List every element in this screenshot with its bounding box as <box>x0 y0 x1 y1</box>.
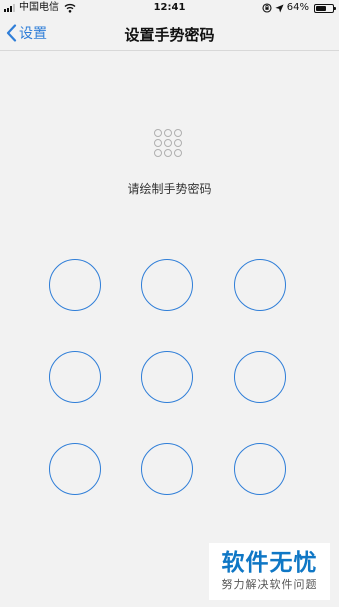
preview-dot <box>164 129 172 137</box>
gesture-node-3[interactable] <box>234 259 286 311</box>
watermark: 软件无忧 努力解决软件问题 <box>209 543 330 600</box>
gesture-node-6[interactable] <box>234 351 286 403</box>
preview-dot <box>174 129 182 137</box>
preview-dot <box>154 149 162 157</box>
gesture-node-1[interactable] <box>49 259 101 311</box>
preview-dot <box>174 139 182 147</box>
location-arrow-icon <box>275 3 284 13</box>
rotation-lock-icon <box>262 3 272 13</box>
gesture-node-4[interactable] <box>49 351 101 403</box>
gesture-node-8[interactable] <box>141 443 193 495</box>
preview-dot <box>164 139 172 147</box>
nav-bar: 设置 设置手势密码 <box>0 16 339 51</box>
status-bar: 中国电信 12:41 64% <box>0 0 339 16</box>
gesture-node-9[interactable] <box>234 443 286 495</box>
watermark-logo: 软件无忧 <box>221 550 318 576</box>
battery-fill <box>316 5 326 11</box>
status-right: 64% <box>262 0 336 16</box>
preview-dot <box>154 129 162 137</box>
gesture-node-5[interactable] <box>141 351 193 403</box>
preview-dot <box>174 149 182 157</box>
gesture-prompt: 请绘制手势密码 <box>127 182 212 196</box>
battery-percent: 64% <box>286 2 309 13</box>
gesture-node-2[interactable] <box>141 259 193 311</box>
battery-icon <box>314 3 336 13</box>
preview-dot <box>154 139 162 147</box>
preview-dot <box>164 149 172 157</box>
gesture-preview <box>154 129 182 157</box>
watermark-tagline: 努力解决软件问题 <box>221 578 318 591</box>
page-title: 设置手势密码 <box>124 26 215 44</box>
gesture-node-7[interactable] <box>49 443 101 495</box>
